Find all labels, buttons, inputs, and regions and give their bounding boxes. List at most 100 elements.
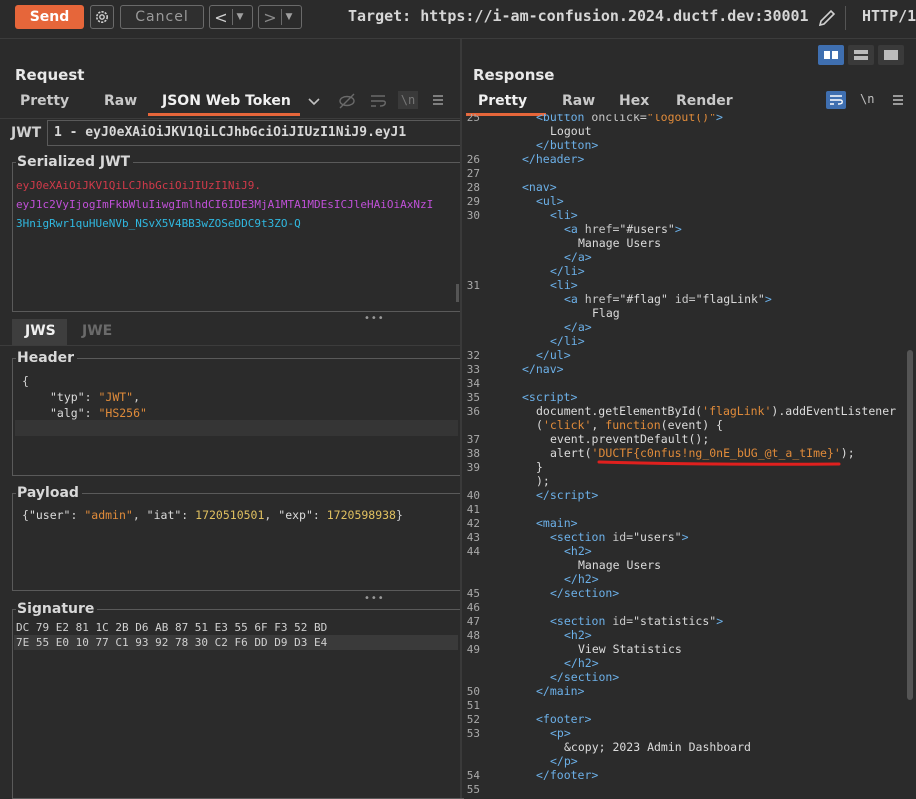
divider	[0, 345, 460, 346]
line-number: 31	[466, 279, 480, 292]
line-number: 29	[466, 195, 480, 208]
line-number: 42	[466, 517, 480, 530]
settings-button[interactable]	[90, 5, 114, 29]
code-line: </script>	[536, 488, 599, 502]
divider	[845, 6, 846, 30]
code-line: <li>	[550, 208, 578, 222]
response-title: Response	[473, 66, 555, 84]
line-number: 43	[466, 531, 480, 544]
line-number: 27	[466, 167, 480, 180]
code-line: <main>	[536, 516, 578, 530]
code-line: <ul>	[536, 194, 564, 208]
line-number: 26	[466, 153, 480, 166]
layout-stacked-button[interactable]	[848, 45, 874, 65]
payload-json[interactable]: {"user": "admin", "iat": 1720510501, "ex…	[22, 508, 403, 522]
current-line-highlight	[15, 420, 458, 436]
hide-icon[interactable]	[337, 91, 357, 111]
newline-toggle[interactable]: \n	[860, 92, 874, 106]
newline-toggle[interactable]: \n	[398, 91, 418, 109]
send-button[interactable]: Send	[15, 5, 84, 29]
menu-icon[interactable]	[432, 94, 444, 106]
forward-button[interactable]: >	[259, 8, 281, 27]
json-value: 1720510501	[195, 508, 265, 522]
line-number: 51	[466, 699, 480, 712]
line-number: 48	[466, 629, 480, 642]
code-line: <script>	[522, 390, 578, 404]
tab-raw[interactable]: Raw	[562, 93, 595, 109]
jwt-label: JWT	[11, 125, 42, 141]
code-line: </section>	[550, 586, 620, 600]
code-line: </a>	[564, 250, 592, 264]
code-line: document.getElementById('flagLink').addE…	[536, 404, 897, 418]
edit-pencil-icon[interactable]	[816, 7, 838, 29]
serialized-jwt-text[interactable]: eyJ0eXAiOiJKV1QiLCJhbGciOiJIUzI1NiJ9. ey…	[16, 176, 456, 233]
back-button[interactable]: <	[210, 8, 232, 27]
line-number: 32	[466, 349, 480, 362]
tab-hex[interactable]: Hex	[619, 93, 649, 109]
chevron-down-icon[interactable]	[306, 96, 322, 108]
resize-handle[interactable]: •••	[364, 313, 385, 324]
line-number: 33	[466, 363, 480, 376]
response-scrollbar[interactable]	[907, 350, 913, 700]
code-line: </h2>	[564, 572, 599, 586]
code-line: </main>	[536, 684, 585, 698]
line-number: 34	[466, 377, 480, 390]
jwt-signature-segment: 3HnigRwr1quHUeNVb_NSvX5V4BB3wZOSeDDC9t3Z…	[16, 217, 301, 230]
active-tab-indicator	[148, 113, 300, 116]
signature-title: Signature	[16, 601, 98, 617]
line-number: 40	[466, 489, 480, 502]
layout-side-by-side-button[interactable]	[818, 45, 844, 65]
line-number: 55	[466, 783, 480, 796]
tab-jws[interactable]: JWS	[25, 323, 56, 339]
wrap-lines-icon[interactable]	[368, 92, 388, 110]
forward-button-group[interactable]: > ▼	[258, 5, 302, 29]
back-button-group[interactable]: < ▼	[209, 5, 253, 29]
line-number: 50	[466, 685, 480, 698]
signature-hex[interactable]: DC 79 E2 81 1C 2B D6 AB 87 51 E3 55 6F F…	[14, 620, 458, 650]
chevron-down-icon[interactable]: ▼	[233, 12, 247, 22]
http-version[interactable]: HTTP/1	[862, 7, 916, 25]
code-line: <button onclick="logout()">	[536, 114, 723, 124]
code-line: <a href="#flag" id="flagLink">	[564, 292, 772, 306]
json-key: "exp"	[278, 508, 313, 522]
code-line: </nav>	[522, 362, 564, 376]
target-url: Target: https://i-am-confusion.2024.duct…	[348, 7, 809, 25]
line-number: 44	[466, 545, 480, 558]
tab-pretty[interactable]: Pretty	[20, 93, 69, 109]
tab-json-web-token[interactable]: JSON Web Token	[162, 93, 291, 109]
code-line: <h2>	[564, 544, 592, 558]
gear-icon	[96, 11, 108, 23]
code-line: Flag	[592, 306, 620, 320]
json-value: "admin"	[84, 508, 133, 522]
payload-title: Payload	[16, 485, 82, 501]
code-line: <section id="users">	[550, 530, 689, 544]
code-line: event.preventDefault();	[550, 432, 710, 446]
line-number: 38	[466, 447, 480, 460]
code-line: <li>	[550, 278, 578, 292]
divider	[0, 118, 460, 119]
jwt-payload-segment: eyJ1c2VyIjogImFkbWluIiwgImlhdCI6IDE3MjA1…	[16, 198, 434, 211]
tab-pretty[interactable]: Pretty	[478, 93, 527, 109]
scrollbar[interactable]	[456, 284, 459, 302]
header-title: Header	[16, 350, 78, 366]
layout-single-button[interactable]	[878, 45, 904, 65]
jwt-select[interactable]: 1 - eyJ0eXAiOiJKV1QiLCJhbGciOiJIUzI1NiJ9…	[47, 120, 467, 146]
wrap-lines-button[interactable]	[826, 91, 846, 109]
chevron-down-icon[interactable]: ▼	[282, 12, 296, 22]
resize-handle[interactable]: •••	[364, 593, 385, 604]
json-key: "user"	[28, 508, 71, 522]
rows-icon	[854, 50, 868, 60]
menu-icon[interactable]	[892, 94, 904, 106]
tab-render[interactable]: Render	[676, 93, 733, 109]
code-line: </li>	[550, 264, 585, 278]
line-number-gutter: 25 26 27 28 29 30 31 32 33 34 35 36 37 3…	[462, 114, 502, 798]
line-number: 37	[466, 433, 480, 446]
response-code-area[interactable]: 25 26 27 28 29 30 31 32 33 34 35 36 37 3…	[462, 114, 916, 798]
tab-raw[interactable]: Raw	[104, 93, 137, 109]
code-line: Logout	[550, 124, 592, 138]
line-number: 36	[466, 405, 480, 418]
json-value: "HS256"	[98, 406, 147, 420]
cancel-button[interactable]: Cancel	[120, 5, 204, 29]
tab-jwe[interactable]: JWE	[82, 323, 112, 339]
line-number: 28	[466, 181, 480, 194]
